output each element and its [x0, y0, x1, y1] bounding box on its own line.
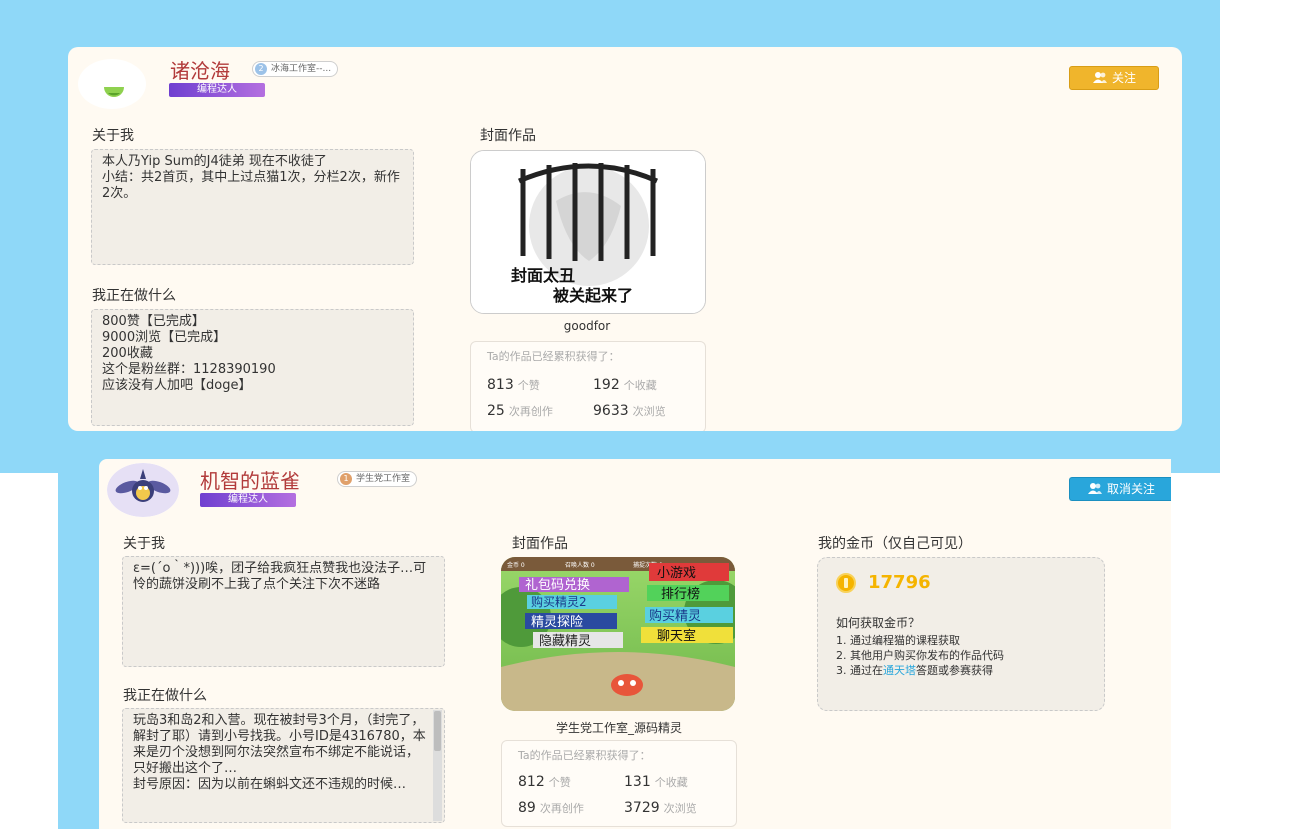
unfollow-label: 取消关注 — [1106, 482, 1155, 496]
stat-likes: 813 个赞 — [487, 377, 540, 393]
stat-remix: 25 次再创作 — [487, 403, 553, 419]
stat-remix: 89 次再创作 — [518, 800, 584, 816]
coins-howto-2: 2. 其他用户购买你发布的作品代码 — [836, 649, 1004, 662]
studio-name: 冰海工作室--... — [271, 64, 332, 74]
game-btn-minigame: 小游戏 — [657, 566, 696, 581]
avatar[interactable] — [78, 59, 146, 109]
cover-image[interactable]: 封面太丑 被关起来了 — [470, 150, 706, 314]
stat-likes: 812 个赞 — [518, 774, 571, 790]
studio-tag[interactable]: 1 学生党工作室 — [337, 471, 418, 487]
cover-title[interactable]: 学生党工作室_源码精灵 — [501, 719, 737, 736]
studio-name: 学生党工作室 — [356, 474, 411, 484]
studio-tag[interactable]: 2 冰海工作室--... — [252, 61, 339, 77]
about-text: ε=(´ο｀*)))唉，团子给我疯狂点赞我也没法子…可怜的蔬饼没刷不上我了点个关… — [122, 556, 445, 667]
stats-header: Ta的作品已经累积获得了： — [518, 749, 651, 762]
username[interactable]: 诸沧海 — [170, 55, 230, 84]
username[interactable]: 机智的蓝雀 — [200, 465, 300, 494]
follow-label: 关注 — [1111, 71, 1136, 85]
coin-icon — [836, 573, 856, 593]
user-add-icon — [1092, 68, 1108, 90]
about-label: 关于我 — [123, 536, 165, 552]
stat-favorites: 192 个收藏 — [593, 377, 657, 393]
coins-howto-1: 1. 通过编程猫的课程获取 — [836, 634, 960, 647]
tower-link[interactable]: 通天塔 — [883, 664, 916, 677]
cover-image[interactable]: 金币 0 召唤人数 0 捕捉次数 0 礼包码兑换 购买精灵2 精灵探险 隐藏精灵… — [501, 557, 735, 711]
user-remove-icon — [1087, 479, 1103, 501]
profile-card-1: 诸沧海 2 冰海工作室--... 编程达人 关注 关于我 本人乃Yip Sum的… — [68, 47, 1182, 431]
game-btn-giftcode: 礼包码兑换 — [525, 577, 590, 593]
coins-panel: 17796 如何获取金币？ 1. 通过编程猫的课程获取 2. 其他用户购买你发布… — [817, 557, 1105, 711]
doing-label: 我正在做什么 — [92, 288, 176, 304]
coins-value: 17796 — [868, 572, 931, 593]
about-text: 本人乃Yip Sum的J4徒弟 现在不收徒了 小结：共2首页，其中上过点猫1次，… — [91, 149, 414, 265]
stat-views: 9633 次浏览 — [593, 403, 666, 419]
doing-scrollbar-thumb[interactable] — [434, 711, 441, 751]
game-btn-chatroom: 聊天室 — [657, 628, 696, 644]
about-label: 关于我 — [92, 128, 134, 144]
follow-button[interactable]: 关注 — [1069, 66, 1159, 90]
doing-text: 玩岛3和岛2和入营。现在被封号3个月，（封完了，解封了耶）请到小号找我。小号ID… — [122, 708, 445, 823]
coder-badge: 编程达人 — [200, 493, 296, 507]
doing-label: 我正在做什么 — [123, 688, 207, 704]
cover-text-line1: 封面太丑 — [511, 266, 575, 285]
unfollow-button[interactable]: 取消关注 — [1069, 477, 1171, 501]
doing-text: 800赞【已完成】 9000浏览【已完成】 200收藏 这个是粉丝群：11283… — [91, 309, 414, 426]
stats-header: Ta的作品已经累积获得了： — [487, 350, 620, 363]
cover-title[interactable]: goodfor — [470, 319, 704, 333]
cover-label: 封面作品 — [512, 536, 568, 552]
game-btn-buy-sprite: 购买精灵 — [649, 608, 701, 624]
game-topbar-coins: 金币 0 — [507, 561, 525, 569]
coins-howto-3: 3. 通过在通天塔答题或参赛获得 — [836, 664, 993, 677]
coder-badge: 编程达人 — [169, 83, 265, 97]
doing-scrollbar[interactable] — [433, 710, 442, 821]
stat-views: 3729 次浏览 — [624, 800, 697, 816]
stat-favorites: 131 个收藏 — [624, 774, 688, 790]
studio-level-badge: 1 — [340, 473, 352, 485]
coins-howto-title: 如何获取金币？ — [836, 616, 921, 630]
game-btn-buy-sprite2: 购买精灵2 — [531, 594, 587, 609]
jail-meme-icon: 封面太丑 被关起来了 — [471, 151, 705, 313]
game-btn-explore: 精灵探险 — [531, 615, 583, 630]
stats-panel: Ta的作品已经累积获得了： 812 个赞 131 个收藏 89 次再创作 3729 次浏… — [501, 740, 737, 827]
profile-card-2: 机智的蓝雀 1 学生党工作室 编程达人 取消关注 关于我 ε=(´ο｀*)))唉… — [99, 459, 1171, 829]
game-btn-ranking: 排行榜 — [661, 586, 700, 602]
cover-text-line2: 被关起来了 — [553, 286, 633, 305]
studio-level-badge: 2 — [255, 63, 267, 75]
avatar[interactable] — [107, 463, 179, 517]
cover-label: 封面作品 — [480, 128, 536, 144]
stats-panel: Ta的作品已经累积获得了： 813 个赞 192 个收藏 25 次再创作 9633 次浏… — [470, 341, 706, 431]
coins-label: 我的金币（仅自己可见） — [818, 536, 972, 552]
game-screenshot-icon: 金币 0 召唤人数 0 捕捉次数 0 礼包码兑换 购买精灵2 精灵探险 隐藏精灵… — [501, 557, 735, 711]
game-btn-hidden: 隐藏精灵 — [539, 634, 591, 649]
game-topbar-summons: 召唤人数 0 — [565, 561, 595, 569]
